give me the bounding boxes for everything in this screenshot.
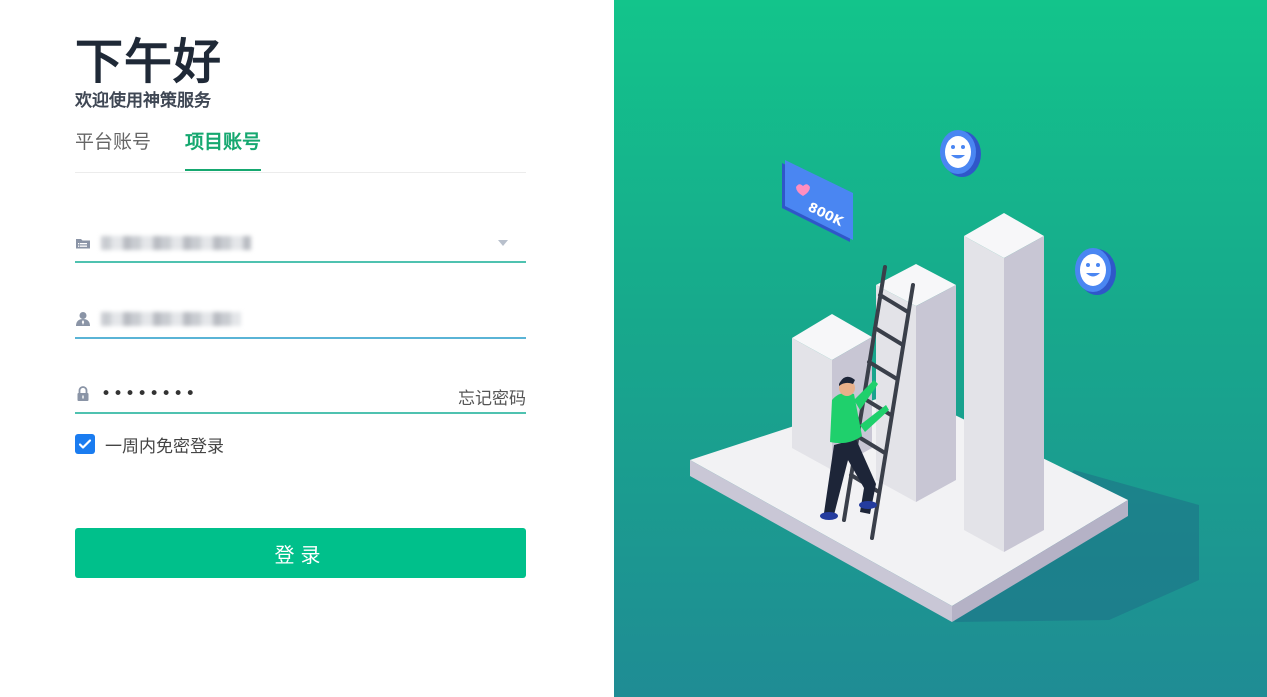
smiley-icon	[1075, 248, 1116, 295]
project-select[interactable]	[75, 223, 526, 263]
remember-label: 一周内免密登录	[105, 436, 224, 457]
tab-platform-account[interactable]: 平台账号	[75, 124, 151, 171]
username-value	[101, 309, 241, 329]
checkmark-icon	[78, 439, 92, 449]
chevron-down-icon[interactable]	[498, 240, 508, 246]
greeting-title: 下午好	[75, 34, 223, 90]
growth-illustration: 800K	[690, 130, 1199, 622]
folder-list-icon	[76, 239, 90, 249]
lock-icon	[77, 386, 89, 401]
password-value: ••••••••	[101, 384, 198, 404]
bar-tall	[964, 213, 1044, 552]
illustration-panel: 800K	[614, 0, 1267, 697]
username-field[interactable]	[75, 299, 526, 339]
login-button[interactable]: 登录	[75, 528, 526, 578]
likes-badge-icon: 800K	[782, 160, 853, 242]
login-panel: 下午好 欢迎使用神策服务 平台账号 项目账号 •••••••• 忘记密码 一周内…	[0, 0, 614, 697]
account-type-tabs: 平台账号 项目账号	[75, 124, 526, 173]
smiley-icon	[940, 130, 981, 177]
remember-me: 一周内免密登录	[75, 433, 224, 457]
password-field[interactable]: •••••••• 忘记密码	[75, 374, 526, 414]
bar-short	[792, 314, 872, 470]
remember-checkbox[interactable]	[75, 434, 95, 454]
welcome-subtitle: 欢迎使用神策服务	[75, 91, 211, 111]
forgot-password-link[interactable]: 忘记密码	[458, 384, 526, 409]
tab-project-account[interactable]: 项目账号	[185, 124, 262, 171]
user-icon	[76, 312, 90, 326]
project-select-value	[101, 233, 251, 253]
